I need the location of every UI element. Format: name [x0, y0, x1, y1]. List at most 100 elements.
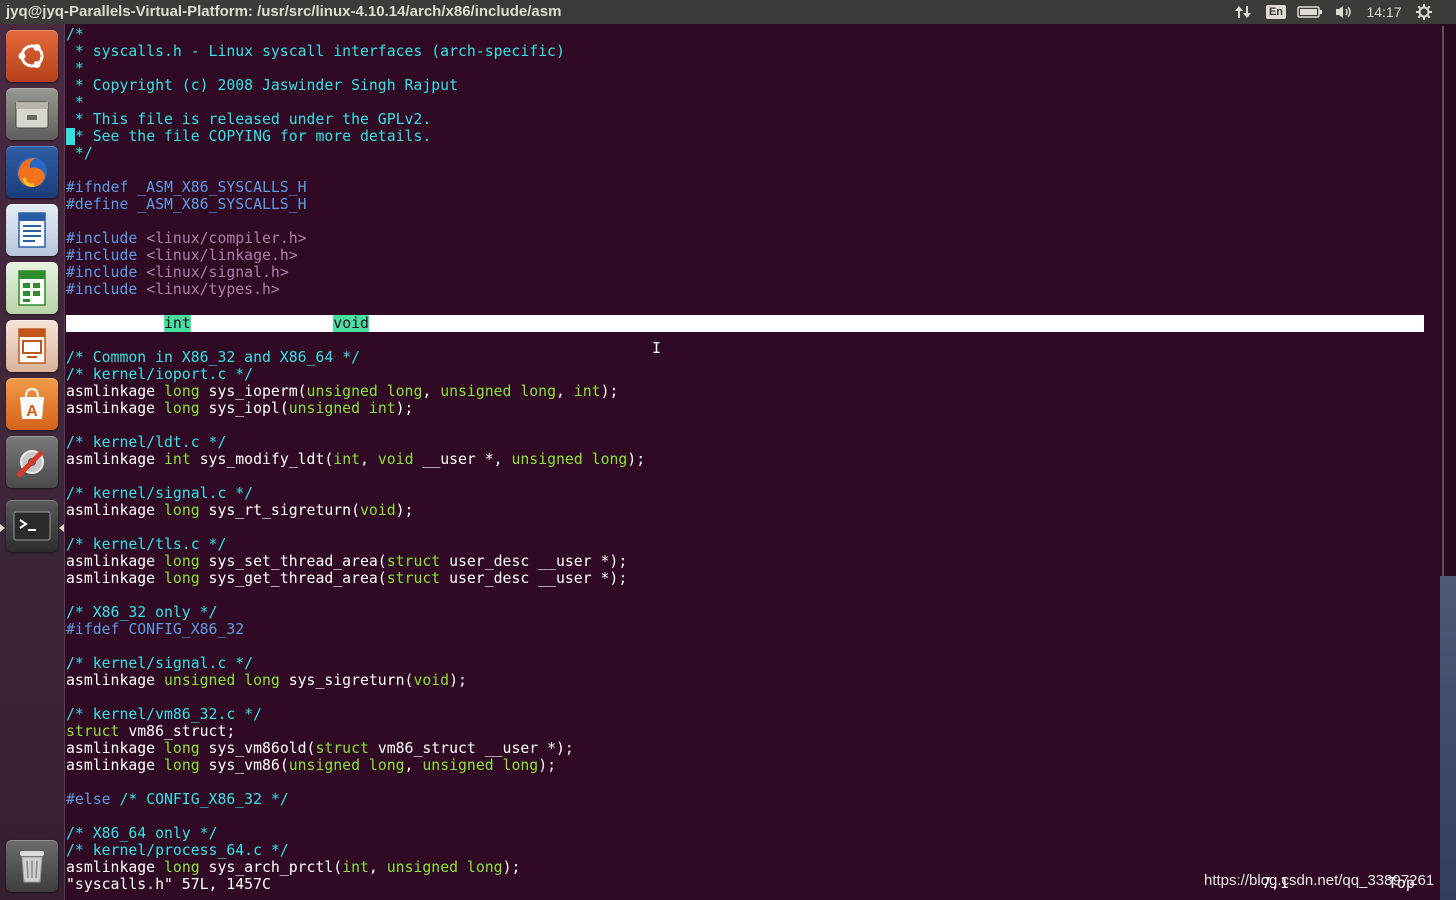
battery-icon — [1297, 6, 1322, 18]
code-token: , — [556, 383, 574, 400]
code-line: ​ — [66, 519, 1424, 536]
volume-indicator[interactable] — [1332, 0, 1356, 24]
code-token: long — [164, 859, 200, 876]
code-line: /* Common in X86_32 and X86_64 */ — [66, 349, 1424, 366]
gear-icon — [1416, 4, 1432, 20]
terminal-icon — [13, 511, 51, 541]
code-token: #define _ASM_X86_SYSCALLS_H — [66, 196, 307, 213]
code-token: vm86_struct; — [119, 723, 236, 740]
code-line: asmlinkage long sys_set_thread_area(stru… — [66, 553, 1424, 570]
code-line: /* kernel/vm86_32.c */ — [66, 706, 1424, 723]
code-token: * Copyright (c) 2008 Jaswinder Singh Raj… — [66, 77, 458, 94]
scrollbar-thumb[interactable] — [1442, 26, 1444, 576]
code-token: <linux/types.h> — [146, 281, 280, 298]
code-token: #include — [66, 264, 147, 281]
launcher-files[interactable] — [6, 88, 58, 140]
code-line: asmlinkage long sys_vm86(unsigned long, … — [66, 757, 1424, 774]
code-token: ); — [395, 502, 414, 519]
launcher-writer[interactable] — [6, 204, 58, 256]
keyboard-indicator[interactable]: En — [1264, 0, 1288, 24]
code-line: * Copyright (c) 2008 Jaswinder Singh Raj… — [66, 77, 1424, 94]
code-token: /* — [66, 26, 84, 43]
code-line: ​ — [66, 162, 1424, 179]
code-token: int — [333, 451, 361, 468]
code-token: asmlinkage — [66, 740, 164, 757]
code-line: struct vm86_struct; — [66, 723, 1424, 740]
code-token: void — [333, 315, 369, 332]
session-menu[interactable] — [1412, 0, 1436, 24]
code-line: * See the file COPYING for more details. — [66, 128, 1424, 145]
code-token: , — [422, 383, 441, 400]
code-token: sys_set_thread_area( — [199, 553, 387, 570]
calc-icon — [18, 270, 46, 306]
code-token: ); — [627, 451, 646, 468]
trash-icon — [20, 851, 44, 883]
code-token: #include — [66, 281, 147, 298]
code-token: #include — [66, 247, 147, 264]
code-token: ); — [368, 315, 387, 332]
code-token: long — [164, 757, 200, 774]
battery-indicator[interactable] — [1296, 0, 1324, 24]
code-token: ); — [449, 672, 467, 689]
code-token: asmlinkage — [66, 315, 164, 332]
code-token: unsigned long — [440, 383, 556, 400]
text-cursor — [66, 128, 75, 145]
launcher-trash[interactable] — [6, 840, 58, 892]
code-line: #else /* CONFIG_X86_32 */ — [66, 791, 1424, 808]
code-token: unsigned long — [288, 757, 405, 774]
code-line: /* X86_64 only */ — [66, 825, 1424, 842]
code-token: unsigned long — [422, 757, 539, 774]
code-token: void — [413, 672, 450, 689]
code-token: user_desc __user *); — [440, 570, 628, 587]
code-line: asmlinkage int sys_modify_ldt(int, void … — [66, 451, 1424, 468]
code-token: long — [164, 502, 200, 519]
ubuntu-dash-icon — [18, 44, 44, 68]
code-line: #include <linux/linkage.h> — [66, 247, 1424, 264]
code-line: * syscalls.h - Linux syscall interfaces … — [66, 43, 1424, 60]
launcher-system-settings[interactable] — [6, 436, 58, 488]
launcher-terminal[interactable] — [6, 500, 58, 552]
code-token: void — [377, 451, 414, 468]
code-token: unsigned int — [288, 400, 396, 417]
code-token: sys_arch_prctl( — [199, 859, 343, 876]
code-token: /* kernel/tls.c */ — [66, 536, 227, 553]
launcher-dash[interactable] — [6, 30, 58, 82]
launcher-calc[interactable] — [6, 262, 58, 314]
launcher-impress[interactable] — [6, 320, 58, 372]
code-token: /* kernel/signal.c */ — [66, 655, 254, 672]
code-token: #include — [66, 230, 147, 247]
code-token: sys_get_thread_area( — [199, 570, 387, 587]
code-line: ​ — [66, 774, 1424, 791]
code-token: int — [342, 859, 369, 876]
code-token: asmlinkage — [66, 757, 164, 774]
launcher-software-center[interactable]: A — [6, 378, 58, 430]
code-token: sys_sigreturn( — [279, 672, 414, 689]
code-line: asmlinkage unsigned long sys_sigreturn(v… — [66, 672, 1424, 689]
code-line: ​ — [66, 332, 1424, 349]
launcher: A — [0, 24, 65, 900]
mouse-ibeam-cursor: I — [652, 339, 662, 357]
software-center-icon: A — [20, 387, 44, 420]
code-line: /* kernel/ldt.c */ — [66, 434, 1424, 451]
top-panel: jyq@jyq-Parallels-Virtual-Platform: /usr… — [0, 0, 1456, 24]
code-line: ​ — [66, 213, 1424, 230]
code-line: #include <linux/signal.h> — [66, 264, 1424, 281]
terminal-window[interactable]: /* * syscalls.h - Linux syscall interfac… — [65, 24, 1440, 900]
code-line: * — [66, 60, 1424, 77]
code-token: unsigned long — [511, 451, 628, 468]
code-line: /* X86_32 only */ — [66, 604, 1424, 621]
code-token: */ — [66, 145, 93, 162]
vim-buffer[interactable]: /* * syscalls.h - Linux syscall interfac… — [66, 26, 1424, 893]
network-indicator[interactable] — [1232, 0, 1254, 24]
writer-icon — [18, 212, 46, 248]
code-token: /* CONFIG_X86_32 */ — [119, 791, 289, 808]
code-token: ); — [538, 757, 557, 774]
code-token: /* kernel/ioport.c */ — [66, 366, 254, 383]
code-line: /* kernel/tls.c */ — [66, 536, 1424, 553]
code-token: sys_vm86( — [199, 757, 289, 774]
code-token: , — [404, 757, 423, 774]
code-token: * — [66, 60, 84, 77]
launcher-firefox[interactable] — [6, 146, 58, 198]
code-token: * syscalls.h - Linux syscall interfaces … — [66, 43, 565, 60]
clock[interactable]: 14:17 — [1364, 0, 1404, 24]
